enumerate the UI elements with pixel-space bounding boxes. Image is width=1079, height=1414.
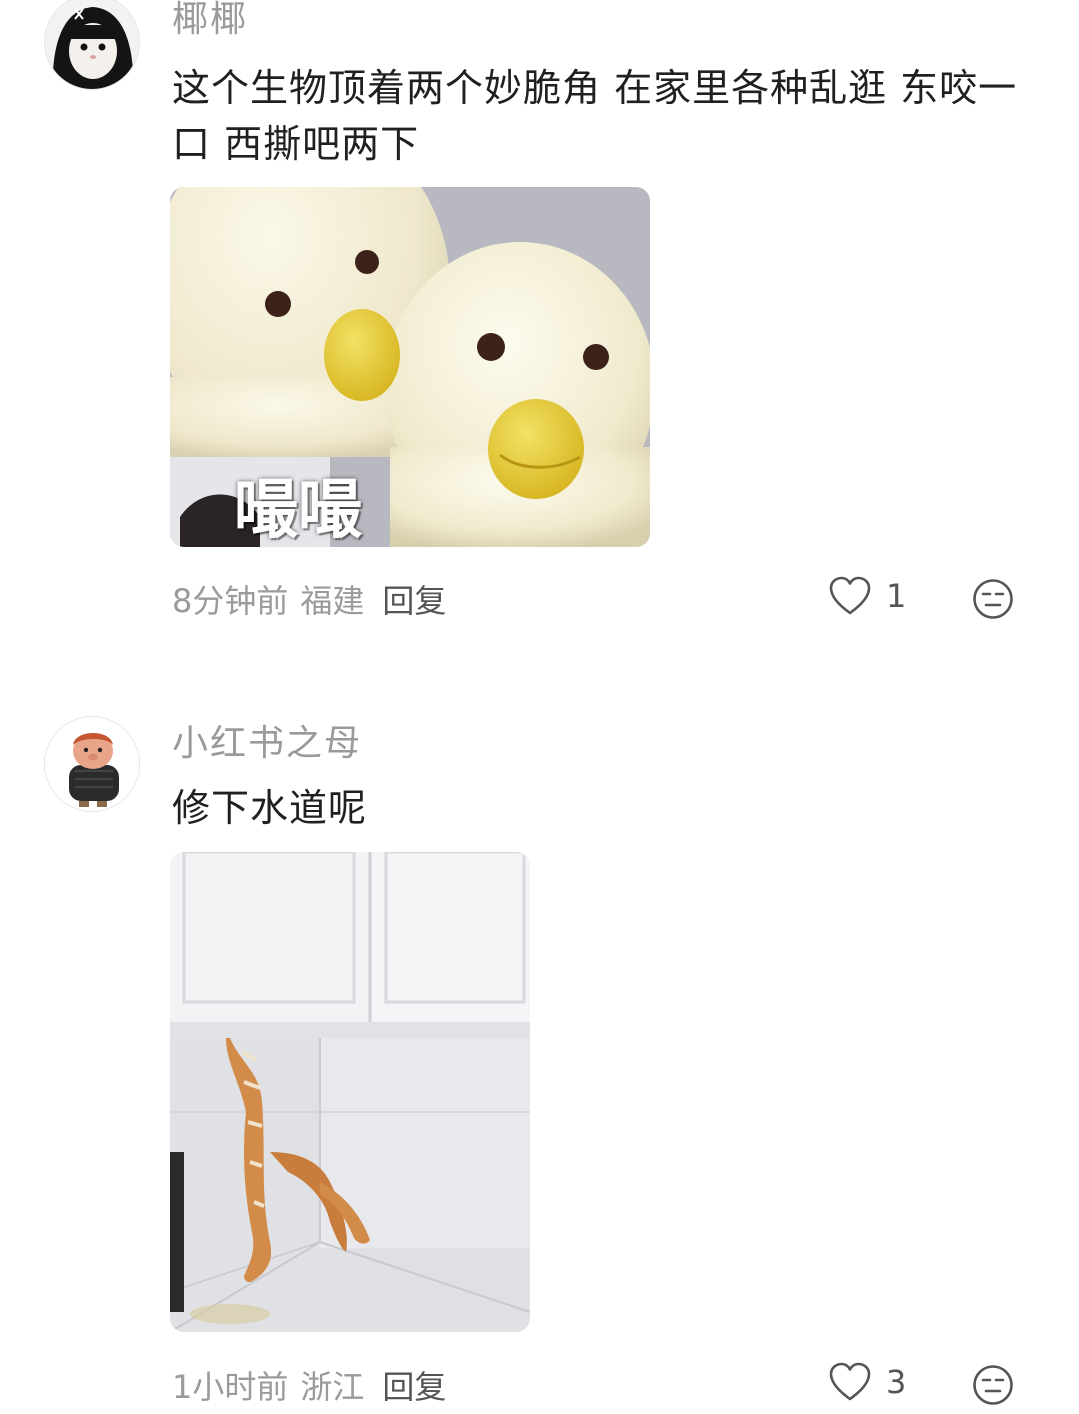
comment-location: 福建 [300,582,365,620]
like-count: 3 [886,1363,907,1401]
meh-face-icon [973,579,1013,619]
dislike-button[interactable] [972,578,1014,620]
user-avatar[interactable] [44,0,140,90]
comment-meta: 1小时前 浙江 回复 [172,1362,446,1408]
comment-image[interactable]: 嘬嘬 [170,187,650,547]
comment-item: 小红书之母 修下水道呢 1小时前 浙江 回复 3 [0,700,1079,1414]
like-count: 1 [886,577,907,615]
comment-item: 椰椰 这个生物顶着两个妙脆角 在家里各种乱逛 东咬一口 西撕吧两下 嘬嘬 8分钟… [0,0,1079,640]
like-button[interactable]: 1 [828,576,906,616]
heart-outline-icon [829,576,871,615]
comment-text: 修下水道呢 [172,786,368,830]
reply-button[interactable]: 回复 [382,1362,446,1408]
dislike-button[interactable] [972,1364,1014,1406]
reply-button[interactable]: 回复 [382,576,446,622]
username[interactable]: 椰椰 [172,0,248,42]
comment-meta: 8分钟前 福建 回复 [172,576,446,622]
like-button[interactable]: 3 [828,1362,906,1402]
user-avatar[interactable] [44,716,140,812]
comment-location: 浙江 [300,1368,365,1406]
image-caption: 嘬嘬 [234,474,362,547]
comment-image[interactable] [170,852,530,1332]
comment-text: 这个生物顶着两个妙脆角 在家里各种乱逛 东咬一口 西撕吧两下 [172,66,1018,166]
comment-time: 1小时前 [172,1368,289,1406]
username[interactable]: 小红书之母 [172,714,362,766]
comment-time: 8分钟前 [172,582,289,620]
meh-face-icon [973,1365,1013,1405]
heart-outline-icon [829,1362,871,1401]
